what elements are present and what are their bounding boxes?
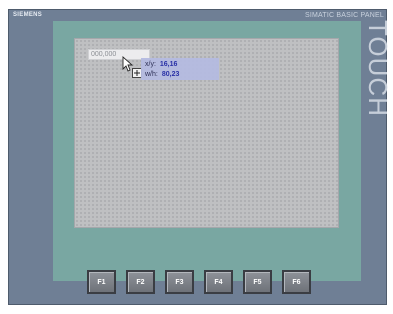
f3-key[interactable]: F3 (165, 270, 194, 294)
f5-key[interactable]: F5 (243, 270, 272, 294)
position-value: 16,16 (159, 61, 178, 68)
f4-key[interactable]: F4 (204, 270, 233, 294)
f2-key[interactable]: F2 (126, 270, 155, 294)
position-readout: x/y: 16,16 (145, 60, 177, 70)
hmi-panel-device: SIEMENS SIMATIC BASIC PANEL TOUCH 000,00… (8, 9, 393, 305)
f6-key[interactable]: F6 (282, 270, 311, 294)
size-value: 80,23 (161, 71, 180, 78)
size-label: w/h: (145, 71, 158, 78)
f1-key[interactable]: F1 (87, 270, 116, 294)
hmi-screen-canvas[interactable]: 000,000 x/y: 16,16 w/h: 80,23 (74, 38, 339, 228)
brand-logo: SIEMENS (13, 12, 43, 18)
touch-label: TOUCH (363, 20, 393, 117)
position-label: x/y: (145, 61, 156, 68)
panel-bezel: 000,000 x/y: 16,16 w/h: 80,23 (53, 21, 361, 281)
size-readout: w/h: 80,23 (145, 70, 179, 80)
panel-model-label: SIMATIC BASIC PANEL (304, 12, 384, 19)
